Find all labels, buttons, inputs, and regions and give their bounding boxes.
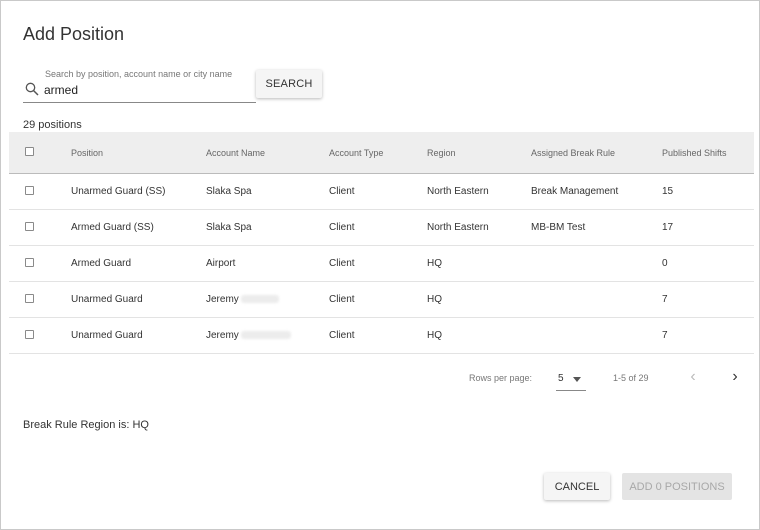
- break-rule-region-note: Break Rule Region is: HQ: [23, 419, 149, 431]
- cell-position: Armed Guard (SS): [71, 222, 154, 233]
- cell-region: HQ: [427, 330, 442, 341]
- cell-break-rule: MB-BM Test: [531, 222, 586, 233]
- cell-region: North Eastern: [427, 186, 489, 197]
- cell-account-name: Slaka Spa: [206, 186, 252, 197]
- table-row[interactable]: Unarmed Guard Jeremy Client HQ 7: [9, 318, 754, 354]
- row-checkbox[interactable]: [25, 258, 34, 267]
- positions-table: Position Account Name Account Type Regio…: [9, 132, 754, 354]
- row-checkbox[interactable]: [25, 222, 34, 231]
- cell-break-rule: Break Management: [531, 186, 619, 197]
- page-range: 1-5 of 29: [613, 373, 649, 383]
- cell-position: Unarmed Guard (SS): [71, 186, 166, 197]
- column-header-account-type[interactable]: Account Type: [329, 148, 383, 158]
- table-row[interactable]: Armed Guard Airport Client HQ 0: [9, 246, 754, 282]
- search-input[interactable]: [44, 81, 254, 99]
- cell-published-shifts: 0: [662, 258, 668, 269]
- cell-account-type: Client: [329, 294, 355, 305]
- search-button[interactable]: SEARCH: [256, 70, 322, 98]
- search-hint: Search by position, account name or city…: [45, 69, 233, 79]
- column-header-position[interactable]: Position: [71, 148, 103, 158]
- cell-position: Unarmed Guard: [71, 294, 143, 305]
- column-header-assigned-break-rule[interactable]: Assigned Break Rule: [531, 148, 615, 158]
- redacted-text: [240, 331, 291, 340]
- cell-region: North Eastern: [427, 222, 489, 233]
- positions-count: 29 positions: [23, 119, 82, 131]
- caret-down-icon: [573, 377, 581, 382]
- cell-account-type: Client: [329, 330, 355, 341]
- cell-account-type: Client: [329, 186, 355, 197]
- redacted-text: [240, 295, 279, 304]
- cell-region: HQ: [427, 294, 442, 305]
- chevron-left-icon[interactable]: ‹: [685, 367, 701, 387]
- pagination: Rows per page: 5 1-5 of 29 ‹ ›: [9, 357, 754, 397]
- cell-published-shifts: 17: [662, 222, 674, 233]
- cell-published-shifts: 7: [662, 294, 668, 305]
- chevron-right-icon[interactable]: ›: [727, 367, 743, 387]
- column-header-account-name[interactable]: Account Name: [206, 148, 265, 158]
- cell-region: HQ: [427, 258, 442, 269]
- dialog-title: Add Position: [23, 24, 125, 44]
- row-checkbox[interactable]: [25, 294, 34, 303]
- cell-position: Unarmed Guard: [71, 330, 143, 341]
- rows-per-page-select[interactable]: 5: [556, 367, 586, 391]
- table-header: Position Account Name Account Type Regio…: [9, 132, 754, 174]
- cell-position: Armed Guard: [71, 258, 132, 269]
- row-checkbox[interactable]: [25, 186, 34, 195]
- add-position-dialog: Add Position Search by position, account…: [0, 0, 760, 530]
- cell-account-name: Jeremy: [206, 294, 279, 305]
- cell-account-name: Jeremy: [206, 330, 291, 341]
- cell-account-name: Slaka Spa: [206, 222, 252, 233]
- column-header-published-shifts[interactable]: Published Shifts: [662, 148, 727, 158]
- cell-account-type: Client: [329, 258, 355, 269]
- select-all-checkbox[interactable]: [25, 147, 34, 156]
- cell-account-type: Client: [329, 222, 355, 233]
- cell-published-shifts: 15: [662, 186, 674, 197]
- table-row[interactable]: Armed Guard (SS) Slaka Spa Client North …: [9, 210, 754, 246]
- cancel-button[interactable]: CANCEL: [544, 473, 610, 500]
- cell-account-name: Airport: [206, 258, 236, 269]
- table-row[interactable]: Unarmed Guard Jeremy Client HQ 7: [9, 282, 754, 318]
- account-name-text: Jeremy: [206, 294, 239, 305]
- add-positions-button[interactable]: ADD 0 POSITIONS: [622, 473, 732, 500]
- row-checkbox[interactable]: [25, 330, 34, 339]
- table-row[interactable]: Unarmed Guard (SS) Slaka Spa Client Nort…: [9, 174, 754, 210]
- cell-published-shifts: 7: [662, 330, 668, 341]
- search-field[interactable]: Search by position, account name or city…: [23, 67, 256, 103]
- rows-per-page-value: 5: [558, 373, 564, 384]
- search-icon: [25, 82, 39, 96]
- account-name-text: Jeremy: [206, 330, 239, 341]
- rows-per-page-label: Rows per page:: [469, 373, 533, 383]
- column-header-region[interactable]: Region: [427, 148, 456, 158]
